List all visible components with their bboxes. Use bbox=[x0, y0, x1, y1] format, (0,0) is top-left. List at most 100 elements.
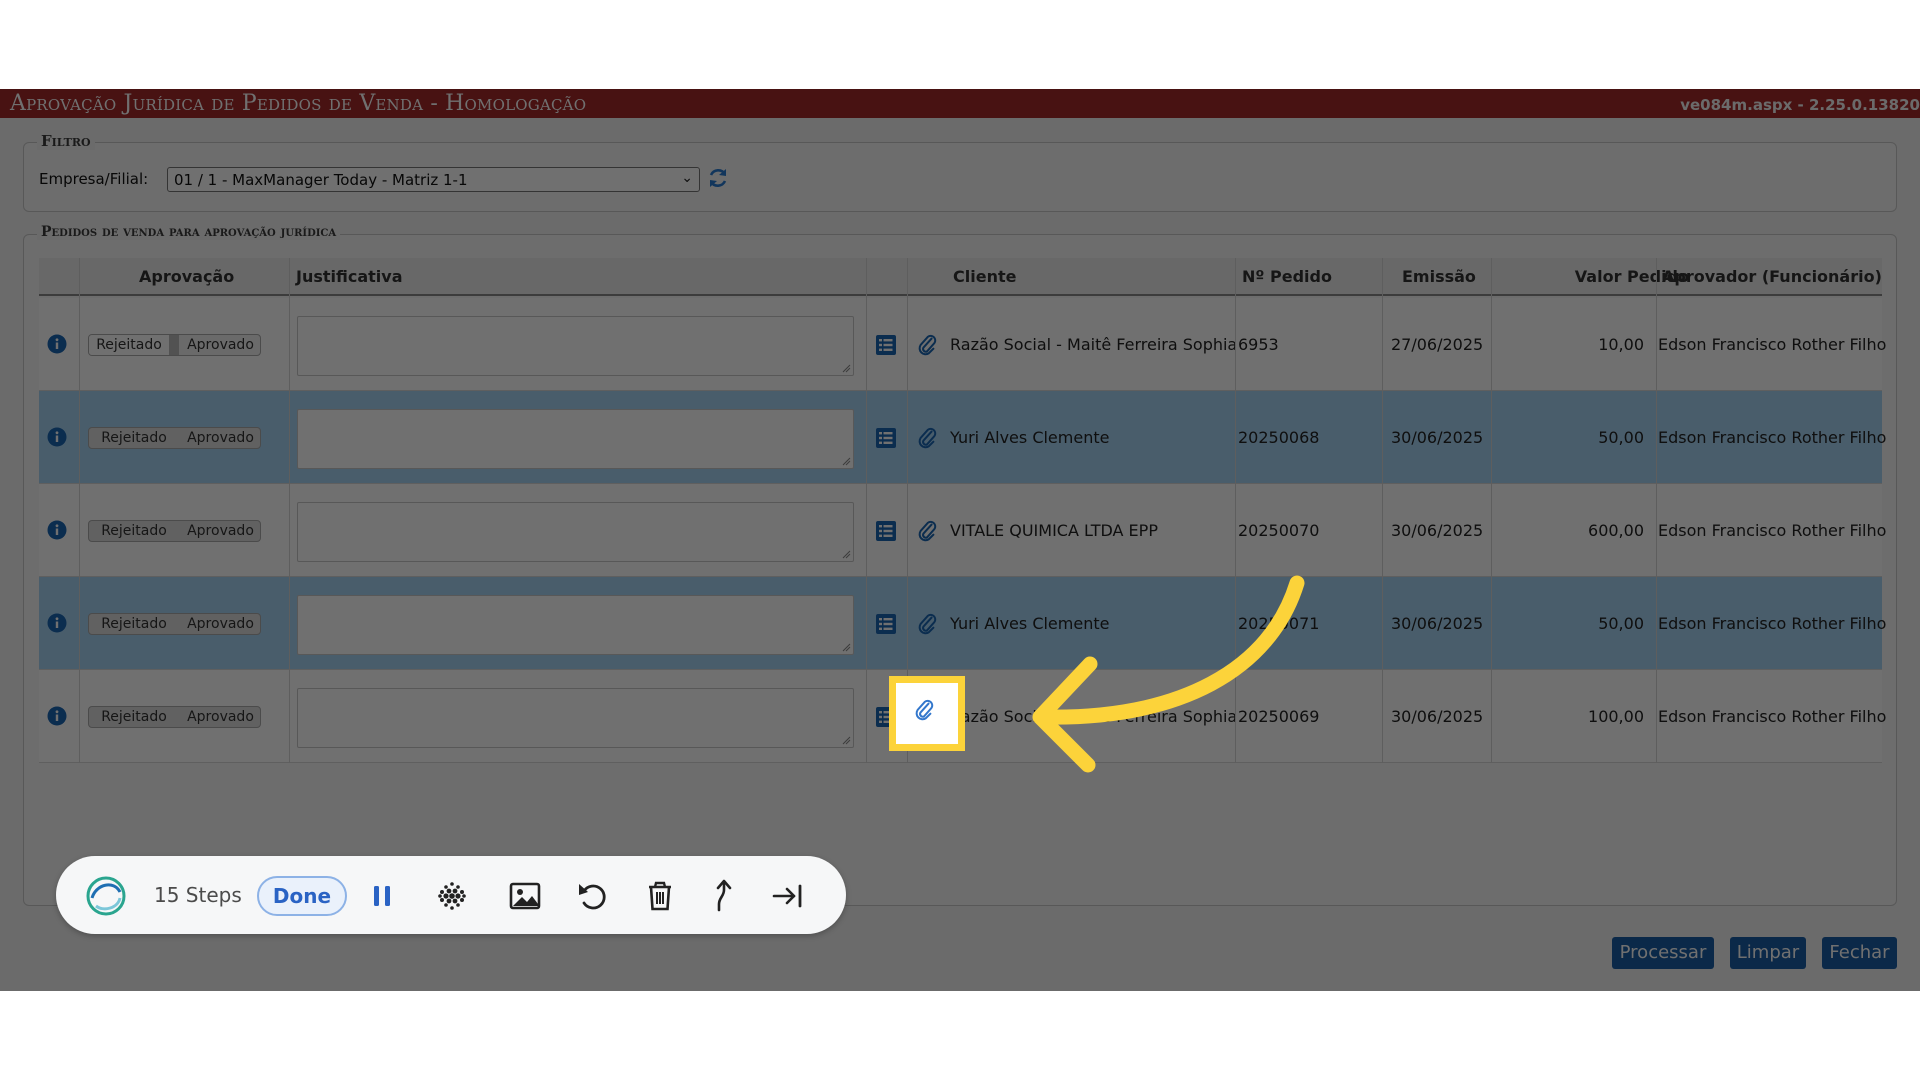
company-branch-select[interactable]: 01 / 1 - MaxManager Today - Matriz 1-1 ⌄ bbox=[167, 167, 700, 192]
title-bar: Aprovação Jurídica de Pedidos de Venda -… bbox=[0, 89, 1920, 118]
toggle-rejected[interactable]: Rejeitado bbox=[89, 709, 179, 725]
paperclip-icon bbox=[915, 699, 934, 721]
cell-pedido: 20250070 bbox=[1238, 521, 1320, 540]
toggle-approved[interactable]: Aprovado bbox=[179, 337, 260, 353]
table-row: Rejeitado Aprovado Yuri Alves Clemente 2025… bbox=[39, 391, 1886, 484]
paperclip-icon[interactable] bbox=[916, 426, 938, 450]
approval-toggle[interactable]: Rejeitado Aprovado bbox=[88, 334, 261, 356]
info-icon[interactable] bbox=[47, 427, 67, 447]
resize-grip-icon[interactable] bbox=[842, 643, 851, 652]
resize-grip-icon[interactable] bbox=[842, 364, 851, 373]
resize-grip-icon[interactable] bbox=[842, 736, 851, 745]
approval-toggle[interactable]: Rejeitado Aprovado bbox=[88, 427, 261, 449]
cell-pedido: 20250068 bbox=[1238, 428, 1320, 447]
company-branch-label: Empresa/Filial: bbox=[39, 170, 149, 188]
column-divider bbox=[289, 258, 290, 763]
undo-icon[interactable] bbox=[573, 876, 613, 916]
approval-toggle[interactable]: Rejeitado Aprovado bbox=[88, 613, 261, 635]
cell-emissao: 30/06/2025 bbox=[1391, 428, 1484, 447]
justification-textarea[interactable] bbox=[297, 502, 854, 562]
chevron-down-icon: ⌄ bbox=[681, 170, 693, 186]
cell-valor: 50,00 bbox=[1598, 428, 1644, 447]
blur-icon[interactable] bbox=[432, 876, 472, 916]
cell-aprovador: Edson Francisco Rother Filho bbox=[1658, 335, 1887, 354]
resize-grip-icon[interactable] bbox=[842, 550, 851, 559]
col-pedido: Nº Pedido bbox=[1242, 267, 1332, 286]
paperclip-icon[interactable] bbox=[916, 612, 938, 636]
cell-emissao: 30/06/2025 bbox=[1391, 707, 1484, 726]
cell-valor: 100,00 bbox=[1588, 707, 1644, 726]
toggle-rejected[interactable]: Rejeitado bbox=[89, 430, 179, 446]
highlight-box[interactable] bbox=[889, 676, 965, 751]
cell-emissao: 30/06/2025 bbox=[1391, 521, 1484, 540]
cell-cliente: Yuri Alves Clemente bbox=[950, 428, 1110, 447]
col-aprovacao: Aprovação bbox=[139, 267, 235, 286]
toggle-rejected[interactable]: Rejeitado bbox=[89, 616, 179, 632]
justification-textarea[interactable] bbox=[297, 316, 854, 376]
refresh-icon[interactable] bbox=[706, 165, 730, 191]
column-divider bbox=[866, 258, 867, 763]
paperclip-icon[interactable] bbox=[916, 519, 938, 543]
resize-grip-icon[interactable] bbox=[842, 457, 851, 466]
cell-cliente: VITALE QUIMICA LTDA EPP bbox=[950, 521, 1158, 540]
info-icon[interactable] bbox=[47, 613, 67, 633]
col-aprovador: Aprovador (Funcionário) bbox=[1662, 267, 1882, 286]
version-label: ve084m.aspx - 2.25.0.13820 bbox=[1680, 96, 1920, 114]
info-icon[interactable] bbox=[47, 706, 67, 726]
approval-toggle[interactable]: Rejeitado Aprovado bbox=[88, 706, 261, 728]
pointer-arrow-icon bbox=[1032, 575, 1305, 773]
done-button[interactable]: Done bbox=[257, 876, 347, 916]
details-list-icon[interactable] bbox=[875, 613, 897, 635]
justification-textarea[interactable] bbox=[297, 409, 854, 469]
toggle-approved[interactable]: Aprovado bbox=[179, 616, 260, 632]
pause-icon[interactable] bbox=[362, 876, 402, 916]
cell-aprovador: Edson Francisco Rother Filho bbox=[1658, 521, 1887, 540]
column-divider bbox=[1491, 258, 1492, 763]
steps-count: 15 Steps bbox=[154, 883, 242, 907]
toggle-approved[interactable]: Aprovado bbox=[179, 709, 260, 725]
details-list-icon[interactable] bbox=[875, 427, 897, 449]
page-title: Aprovação Jurídica de Pedidos de Venda -… bbox=[10, 91, 587, 116]
toggle-rejected[interactable]: Rejeitado bbox=[89, 335, 179, 355]
orders-legend: Pedidos de venda para aprovação jurídica bbox=[37, 224, 341, 240]
trash-icon[interactable] bbox=[640, 876, 680, 916]
cell-emissao: 30/06/2025 bbox=[1391, 614, 1484, 633]
limpar-button[interactable]: Limpar bbox=[1730, 937, 1806, 969]
table-row: Rejeitado Aprovado VITALE QUIMICA LTDA EPP… bbox=[39, 484, 1886, 577]
cell-cliente: Razão Social - Maitê Ferreira Sophia bbox=[950, 335, 1238, 354]
toggle-approved[interactable]: Aprovado bbox=[179, 523, 260, 539]
image-icon[interactable] bbox=[505, 876, 545, 916]
company-branch-selected: 01 / 1 - MaxManager Today - Matriz 1-1 bbox=[174, 171, 468, 189]
details-list-icon[interactable] bbox=[875, 520, 897, 542]
column-divider bbox=[1656, 258, 1657, 763]
cell-emissao: 27/06/2025 bbox=[1391, 335, 1484, 354]
justification-textarea[interactable] bbox=[297, 595, 854, 655]
cell-valor: 10,00 bbox=[1598, 335, 1644, 354]
info-icon[interactable] bbox=[47, 334, 67, 354]
skip-end-icon[interactable] bbox=[768, 876, 808, 916]
cell-valor: 50,00 bbox=[1598, 614, 1644, 633]
cell-aprovador: Edson Francisco Rother Filho bbox=[1658, 614, 1887, 633]
toggle-rejected[interactable]: Rejeitado bbox=[89, 523, 179, 539]
col-emissao: Emissão bbox=[1402, 267, 1476, 286]
table-row: Rejeitado Aprovado Razão Social - Maitê Fe… bbox=[39, 298, 1886, 391]
column-divider bbox=[79, 258, 80, 763]
filter-legend: Filtro bbox=[37, 132, 95, 150]
cell-valor: 600,00 bbox=[1588, 521, 1644, 540]
info-icon[interactable] bbox=[47, 520, 67, 540]
fechar-button[interactable]: Fechar bbox=[1822, 937, 1897, 969]
details-list-icon[interactable] bbox=[875, 334, 897, 356]
processar-button[interactable]: Processar bbox=[1612, 937, 1714, 969]
toggle-approved[interactable]: Aprovado bbox=[179, 430, 260, 446]
column-divider bbox=[1382, 258, 1383, 763]
approval-toggle[interactable]: Rejeitado Aprovado bbox=[88, 520, 261, 542]
cell-pedido: 6953 bbox=[1238, 335, 1279, 354]
col-justificativa: Justificativa bbox=[296, 267, 403, 286]
cell-aprovador: Edson Francisco Rother Filho bbox=[1658, 428, 1887, 447]
cell-aprovador: Edson Francisco Rother Filho bbox=[1658, 707, 1887, 726]
recorder-logo-icon bbox=[86, 876, 126, 916]
justification-textarea[interactable] bbox=[297, 688, 854, 748]
paperclip-icon[interactable] bbox=[916, 333, 938, 357]
recorder-toolbar: 15 Steps Done bbox=[56, 856, 846, 934]
move-up-icon[interactable] bbox=[704, 876, 744, 916]
